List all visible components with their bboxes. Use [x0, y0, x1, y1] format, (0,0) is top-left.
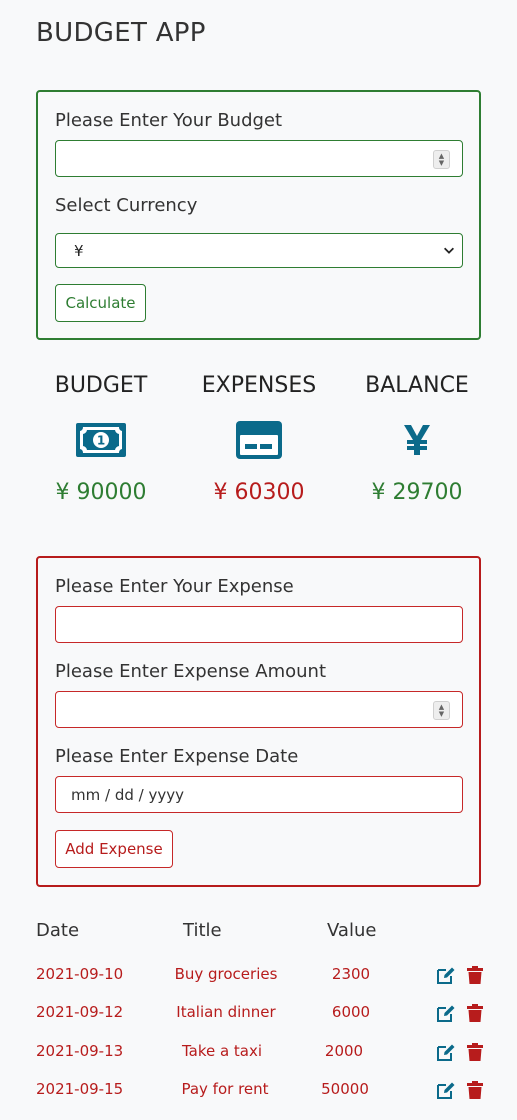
app-title: BUDGET APP: [36, 18, 206, 48]
edit-icon[interactable]: [436, 1042, 456, 1062]
chevron-down-icon: [444, 247, 454, 254]
table-row: 2021-09-10 Buy groceries 2300: [0, 965, 517, 989]
expense-title-input[interactable]: [55, 606, 463, 643]
currency-selected-value: ¥: [74, 242, 84, 260]
expense-form: Please Enter Your Expense Please Enter E…: [36, 556, 481, 887]
budget-amount: ¥ 90000: [55, 480, 147, 505]
row-title: Italian dinner: [176, 1003, 276, 1021]
expense-date-label: Please Enter Expense Date: [55, 746, 299, 767]
spinner-down-icon[interactable]: ▼: [439, 159, 444, 167]
expense-amount-input[interactable]: ▲ ▼: [55, 691, 463, 728]
yen-sign-icon: [404, 425, 430, 455]
edit-icon[interactable]: [436, 965, 456, 985]
expense-amount-label: Please Enter Expense Amount: [55, 661, 327, 682]
row-date: 2021-09-13: [36, 1042, 124, 1060]
row-value: 6000: [331, 1003, 371, 1021]
budget-input[interactable]: ▲ ▼: [55, 140, 463, 177]
budget-label: Please Enter Your Budget: [55, 110, 283, 131]
expenses-heading: EXPENSES: [201, 373, 317, 398]
balance-amount: ¥ 29700: [371, 480, 463, 505]
edit-icon[interactable]: [436, 1080, 456, 1100]
budget-summary: BUDGET 1 ¥ 90000: [26, 373, 176, 505]
row-date: 2021-09-12: [36, 1003, 124, 1021]
money-bill-icon: 1: [76, 423, 126, 457]
credit-card-icon: [236, 421, 282, 459]
calculate-button[interactable]: Calculate: [55, 284, 146, 322]
date-placeholder: mm / dd / yyyy: [71, 786, 184, 804]
balance-summary: BALANCE ¥ 29700: [342, 373, 492, 505]
row-value: 50000: [321, 1080, 369, 1098]
trash-icon[interactable]: [465, 1003, 485, 1023]
edit-icon[interactable]: [436, 1003, 456, 1023]
currency-label: Select Currency: [55, 195, 198, 216]
svg-text:1: 1: [97, 434, 105, 448]
row-date: 2021-09-10: [36, 965, 124, 983]
table-row: 2021-09-13 Take a taxi 2000: [0, 1042, 517, 1066]
amount-spinner[interactable]: ▲ ▼: [433, 701, 450, 720]
trash-icon[interactable]: [465, 1080, 485, 1100]
budget-spinner[interactable]: ▲ ▼: [433, 150, 450, 169]
expenses-amount: ¥ 60300: [213, 480, 305, 505]
currency-select[interactable]: ¥: [55, 233, 463, 268]
add-expense-button[interactable]: Add Expense: [55, 830, 173, 868]
row-title: Take a taxi: [181, 1042, 263, 1060]
expenses-summary: EXPENSES ¥ 60300: [184, 373, 334, 505]
expense-title-label: Please Enter Your Expense: [55, 576, 294, 597]
row-title: Pay for rent: [181, 1080, 269, 1098]
row-title: Buy groceries: [174, 965, 278, 983]
spinner-down-icon[interactable]: ▼: [439, 710, 444, 718]
row-value: 2300: [331, 965, 371, 983]
balance-heading: BALANCE: [365, 373, 469, 398]
header-date: Date: [36, 920, 80, 941]
table-row: 2021-09-12 Italian dinner 6000: [0, 1003, 517, 1027]
budget-heading: BUDGET: [54, 373, 148, 398]
trash-icon[interactable]: [465, 965, 485, 985]
expense-date-input[interactable]: mm / dd / yyyy: [55, 776, 463, 813]
table-row: 2021-09-15 Pay for rent 50000: [0, 1080, 517, 1104]
row-value: 2000: [324, 1042, 364, 1060]
header-value: Value: [327, 920, 377, 941]
trash-icon[interactable]: [465, 1042, 485, 1062]
header-title: Title: [183, 920, 222, 941]
row-date: 2021-09-15: [36, 1080, 124, 1098]
budget-form: Please Enter Your Budget ▲ ▼ Select Curr…: [36, 90, 481, 340]
